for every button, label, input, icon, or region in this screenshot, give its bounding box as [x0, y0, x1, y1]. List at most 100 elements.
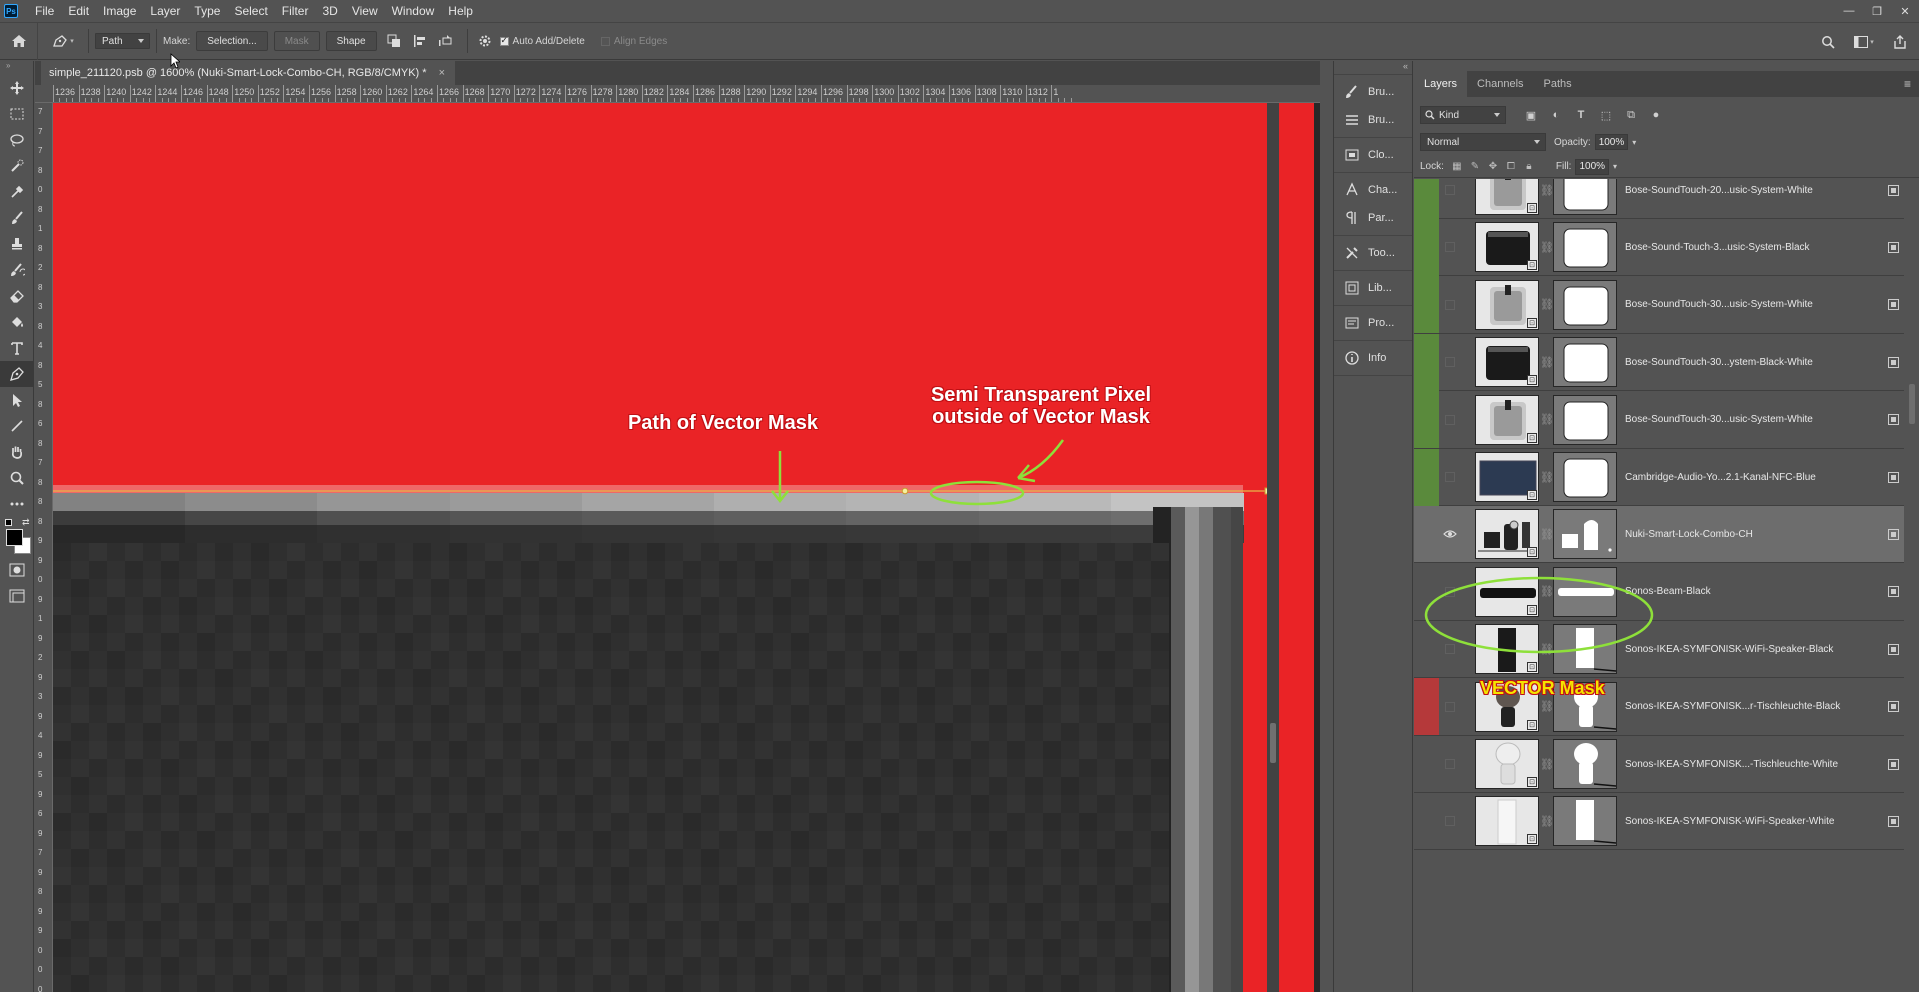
vector-mask-thumbnail[interactable]: [1553, 566, 1617, 617]
document-tab[interactable]: simple_211120.psb @ 1600% (Nuki-Smart-Lo…: [41, 61, 455, 85]
make-selection-button[interactable]: Selection...: [196, 31, 268, 51]
mask-link-icon[interactable]: ⛓: [1540, 413, 1554, 426]
lock-image-icon[interactable]: ✎: [1466, 158, 1484, 176]
path-arrangement-button[interactable]: [435, 30, 457, 52]
visibility-toggle[interactable]: [1439, 678, 1461, 735]
layer-thumbnail[interactable]: ⊡: [1475, 337, 1539, 388]
vector-mask-thumbnail[interactable]: [1553, 796, 1617, 847]
line-tool[interactable]: [0, 413, 34, 439]
layer-thumbnail[interactable]: ⊡: [1475, 624, 1539, 675]
lock-artboard-icon[interactable]: ⧠: [1502, 158, 1520, 176]
toolbar-collapse-icon[interactable]: »: [0, 61, 33, 75]
layer-thumbnail[interactable]: ⊡: [1475, 796, 1539, 847]
mask-link-icon[interactable]: ⛓: [1540, 184, 1554, 197]
layer-thumbnail[interactable]: ⊡: [1475, 566, 1539, 617]
dock-item-paragraph[interactable]: Par...: [1334, 204, 1412, 232]
panel-collapse-bar[interactable]: [1414, 61, 1919, 71]
visibility-toggle[interactable]: [1439, 563, 1461, 620]
tab-paths[interactable]: Paths: [1534, 71, 1582, 97]
canvas-vertical-scrollbar[interactable]: [1267, 103, 1279, 992]
menu-view[interactable]: View: [345, 0, 385, 22]
screen-mode-button[interactable]: [0, 583, 34, 609]
path-selection-tool[interactable]: [0, 387, 34, 413]
layer-name[interactable]: Bose-Sound-Touch-3...usic-System-Black: [1617, 242, 1882, 253]
layer-thumbnail[interactable]: ⊡: [1475, 452, 1539, 502]
layer-name[interactable]: Sonos-IKEA-SYMFONISK...r-Tischleuchte-Bl…: [1617, 701, 1882, 712]
search-button[interactable]: [1817, 31, 1839, 53]
home-button[interactable]: [0, 22, 38, 60]
menu-layer[interactable]: Layer: [143, 0, 187, 22]
canvas-area[interactable]: Path of Vector Mask Semi Transparent Pix…: [53, 103, 1320, 992]
settings-button[interactable]: [474, 30, 496, 52]
lock-transparent-icon[interactable]: ▦: [1448, 158, 1466, 176]
restore-button[interactable]: ❐: [1863, 0, 1891, 22]
paint-bucket-tool[interactable]: [0, 309, 34, 335]
vector-mask-thumbnail[interactable]: [1553, 337, 1617, 388]
foreground-color-swatch[interactable]: [6, 529, 23, 546]
menu-3d[interactable]: 3D: [315, 0, 344, 22]
workspace-button[interactable]: ▾: [1849, 31, 1879, 53]
zoom-tool[interactable]: [0, 465, 34, 491]
dock-item-character[interactable]: Cha...: [1334, 176, 1412, 204]
mask-link-icon[interactable]: ⛓: [1540, 298, 1554, 311]
menu-window[interactable]: Window: [385, 0, 442, 22]
filter-kind-select[interactable]: Kind: [1420, 106, 1506, 124]
pen-tool-preset-picker[interactable]: ▾: [48, 30, 78, 52]
default-colors-icon[interactable]: [5, 519, 12, 526]
opacity-input[interactable]: 100%: [1594, 134, 1629, 150]
visibility-toggle[interactable]: [1439, 621, 1461, 678]
layer-name[interactable]: Sonos-IKEA-SYMFONISK-WiFi-Speaker-Black: [1617, 644, 1882, 655]
layers-scrollbar[interactable]: [1905, 179, 1919, 992]
vector-mask-thumbnail[interactable]: [1553, 394, 1617, 445]
mask-link-icon[interactable]: ⛓: [1540, 815, 1554, 828]
vector-mask-thumbnail[interactable]: [1553, 279, 1617, 330]
menu-edit[interactable]: Edit: [61, 0, 96, 22]
layer-thumbnail[interactable]: ⊡: [1475, 179, 1539, 215]
layer-thumbnail[interactable]: ⊡: [1475, 739, 1539, 789]
layer-thumbnail[interactable]: ⊡: [1475, 509, 1539, 560]
layer-name[interactable]: Bose-SoundTouch-30...usic-System-White: [1617, 414, 1882, 425]
align-edges-checkbox[interactable]: [600, 36, 610, 46]
more-tools-button[interactable]: [0, 491, 34, 517]
visibility-toggle[interactable]: [1439, 219, 1461, 276]
visibility-toggle[interactable]: [1439, 334, 1461, 391]
clone-stamp-tool[interactable]: [0, 231, 34, 257]
hand-tool[interactable]: [0, 439, 34, 465]
make-shape-button[interactable]: Shape: [325, 31, 377, 51]
mask-link-icon[interactable]: ⛓: [1540, 356, 1554, 369]
visibility-toggle[interactable]: [1439, 793, 1461, 850]
layer-row[interactable]: ⊡ ⛓ Bose-SoundTouch-20...usic-System-White: [1414, 179, 1904, 219]
dock-item-clone-source[interactable]: Clo...: [1334, 141, 1412, 169]
vector-mask-thumbnail[interactable]: [1553, 624, 1617, 675]
dock-item-info[interactable]: Info: [1334, 344, 1412, 372]
close-window-button[interactable]: ✕: [1891, 0, 1919, 22]
mask-link-icon[interactable]: ⛓: [1540, 241, 1554, 254]
move-tool[interactable]: [0, 75, 34, 101]
layer-row[interactable]: ⊡ ⛓ Nuki-Smart-Lock-Combo-CH: [1414, 506, 1904, 564]
fill-input[interactable]: 100%: [1575, 158, 1610, 175]
layer-thumbnail[interactable]: ⊡: [1475, 279, 1539, 330]
type-tool[interactable]: [0, 335, 34, 361]
menu-image[interactable]: Image: [96, 0, 143, 22]
opacity-slider-toggle[interactable]: ▾: [1628, 134, 1640, 150]
panel-menu-icon[interactable]: ≡: [1904, 77, 1911, 91]
layer-row[interactable]: ⊡ ⛓ Sonos-IKEA-SYMFONISK...-Tischleuchte-W…: [1414, 736, 1904, 793]
dock-item-brush[interactable]: Bru...: [1334, 78, 1412, 106]
swap-colors-icon[interactable]: ⇄: [22, 517, 30, 528]
visibility-toggle[interactable]: [1439, 391, 1461, 448]
visibility-toggle[interactable]: [1439, 449, 1461, 506]
layer-thumbnail[interactable]: ⊡: [1475, 394, 1539, 445]
auto-add-delete-checkbox[interactable]: [499, 35, 509, 46]
lock-position-icon[interactable]: ✥: [1484, 158, 1502, 176]
layer-row[interactable]: ⊡ ⛓ Sonos-IKEA-SYMFONISK-WiFi-Speaker-Blac…: [1414, 621, 1904, 679]
eraser-tool[interactable]: [0, 283, 34, 309]
history-brush-tool[interactable]: [0, 257, 34, 283]
make-mask-button[interactable]: Mask: [273, 31, 320, 51]
layer-name[interactable]: Sonos-IKEA-SYMFONISK-WiFi-Speaker-White: [1617, 816, 1882, 827]
layer-name[interactable]: Sonos-IKEA-SYMFONISK...-Tischleuchte-Whi…: [1617, 759, 1882, 770]
dock-item-tool-presets[interactable]: Too...: [1334, 239, 1412, 267]
path-alignment-button[interactable]: [409, 30, 431, 52]
layer-name[interactable]: Cambridge-Audio-Yo...2.1-Kanal-NFC-Blue: [1617, 472, 1882, 483]
vector-mask-thumbnail[interactable]: [1553, 179, 1617, 215]
layer-name[interactable]: Nuki-Smart-Lock-Combo-CH: [1617, 529, 1882, 540]
